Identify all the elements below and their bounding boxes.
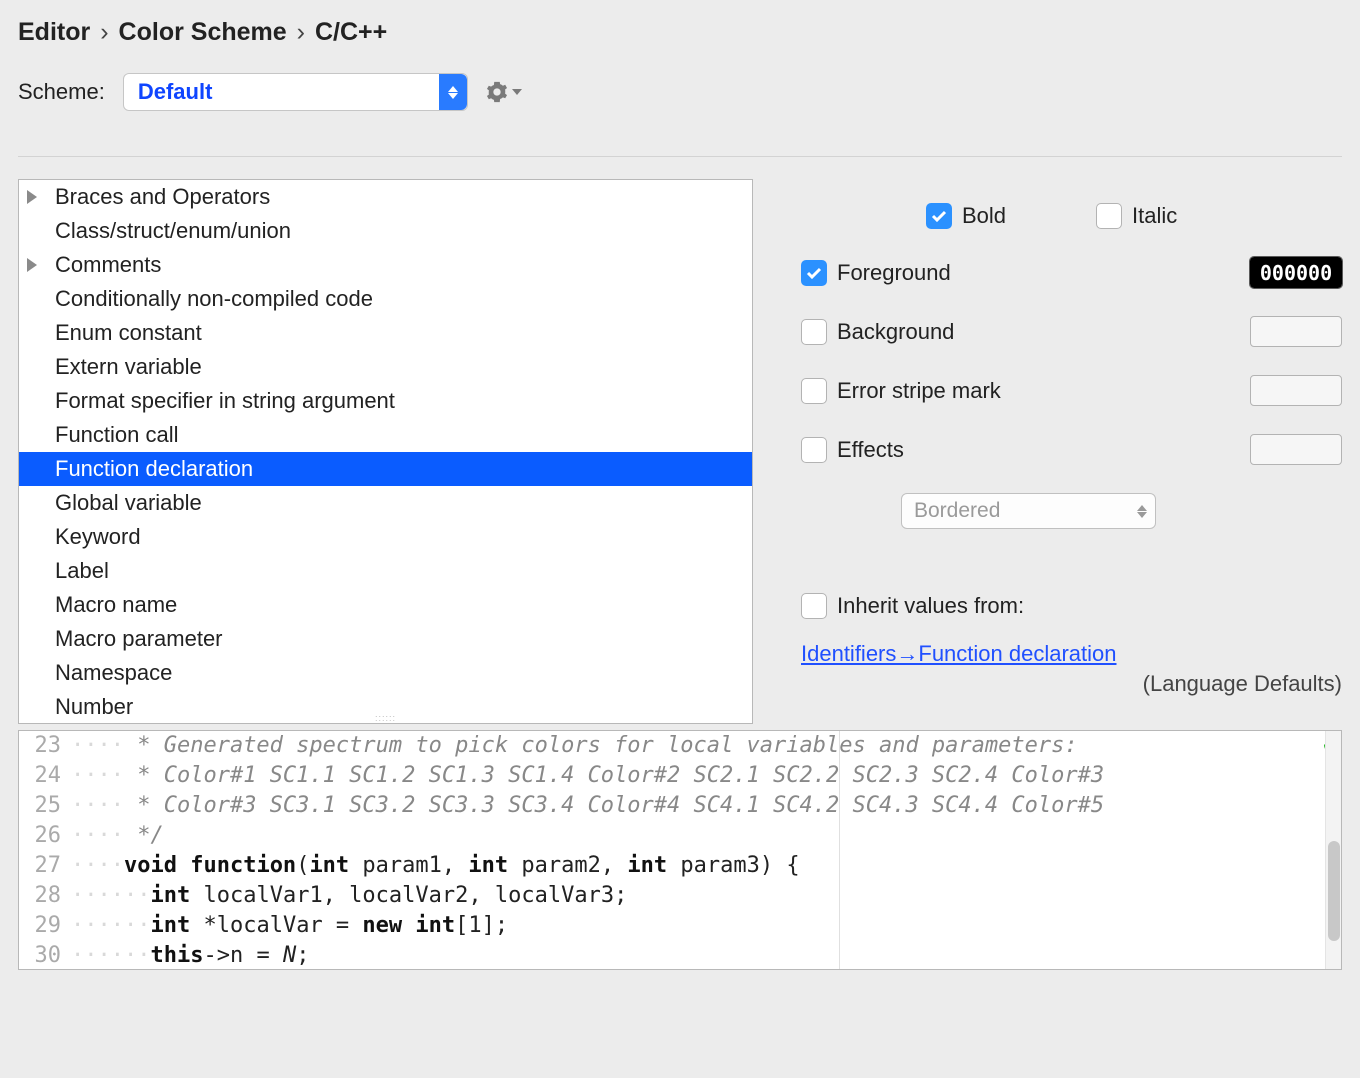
breadcrumb-part[interactable]: C/C++: [315, 18, 387, 47]
foreground-color-swatch[interactable]: 000000: [1250, 257, 1342, 288]
breadcrumb-sep: ›: [297, 18, 305, 47]
chevron-updown-icon: [439, 74, 467, 110]
tree-item[interactable]: Class/struct/enum/union: [19, 214, 752, 248]
editor-line: 30······this->n = N;: [19, 941, 1323, 970]
breadcrumb-part[interactable]: Color Scheme: [119, 18, 287, 47]
gear-icon: [486, 81, 508, 103]
scheme-selected: Default: [138, 79, 213, 105]
code-content: ···· */: [71, 821, 164, 851]
category-tree[interactable]: Braces and OperatorsClass/struct/enum/un…: [18, 179, 753, 724]
tree-item[interactable]: Comments: [19, 248, 752, 282]
tree-item[interactable]: Keyword: [19, 520, 752, 554]
inherit-link[interactable]: Identifiers→Function declaration: [801, 641, 1342, 667]
foreground-label: Foreground: [837, 260, 951, 286]
line-number: 25: [19, 791, 71, 821]
code-content: ···· * Color#3 SC3.1 SC3.2 SC3.3 SC3.4 C…: [71, 791, 1104, 821]
line-number: 24: [19, 761, 71, 791]
editor-line: 27····void function(int param1, int para…: [19, 851, 1323, 881]
properties-panel: Bold Italic Foreground 000000 Background…: [801, 179, 1342, 724]
errorstripe-label: Error stripe mark: [837, 378, 1001, 404]
tree-item[interactable]: Braces and Operators: [19, 180, 752, 214]
chevron-down-icon: [512, 89, 522, 95]
code-content: ····void function(int param1, int param2…: [71, 851, 800, 881]
italic-checkbox[interactable]: [1096, 203, 1122, 229]
divider: [18, 156, 1342, 157]
effects-checkbox[interactable]: [801, 437, 827, 463]
editor-line: 25···· * Color#3 SC3.1 SC3.2 SC3.3 SC3.4…: [19, 791, 1323, 821]
effects-type-select[interactable]: Bordered: [901, 493, 1156, 529]
resize-grip-icon[interactable]: ::::::: [375, 713, 396, 723]
inherit-label: Inherit values from:: [837, 593, 1024, 619]
line-number: 26: [19, 821, 71, 851]
tree-item[interactable]: Function declaration: [19, 452, 752, 486]
foreground-checkbox[interactable]: [801, 260, 827, 286]
line-number: 30: [19, 941, 71, 970]
tree-item[interactable]: Macro parameter: [19, 622, 752, 656]
tree-item[interactable]: Macro name: [19, 588, 752, 622]
bold-label: Bold: [962, 203, 1006, 229]
chevron-updown-icon: [1137, 494, 1147, 528]
background-label: Background: [837, 319, 954, 345]
editor-line: 23···· * Generated spectrum to pick colo…: [19, 731, 1323, 761]
scheme-label: Scheme:: [18, 79, 105, 105]
effects-type-value: Bordered: [914, 499, 1000, 523]
code-content: ······int localVar1, localVar2, localVar…: [71, 881, 627, 911]
editor-line: 26···· */: [19, 821, 1323, 851]
errorstripe-checkbox[interactable]: [801, 378, 827, 404]
code-content: ······this->n = N;: [71, 941, 309, 970]
tree-item[interactable]: Conditionally non-compiled code: [19, 282, 752, 316]
tree-item[interactable]: Extern variable: [19, 350, 752, 384]
inherit-sublabel: (Language Defaults): [801, 671, 1342, 697]
editor-scrollbar[interactable]: [1325, 731, 1341, 969]
editor-line: 29······int *localVar = new int[1];: [19, 911, 1323, 941]
tree-item[interactable]: Function call: [19, 418, 752, 452]
scheme-settings-button[interactable]: [486, 81, 522, 103]
scheme-select[interactable]: Default: [123, 73, 468, 111]
scrollbar-thumb[interactable]: [1328, 841, 1340, 941]
editor-line: 28······int localVar1, localVar2, localV…: [19, 881, 1323, 911]
line-number: 28: [19, 881, 71, 911]
line-number: 29: [19, 911, 71, 941]
errorstripe-color-swatch[interactable]: [1250, 375, 1342, 406]
breadcrumb: Editor › Color Scheme › C/C++: [18, 18, 1342, 47]
italic-label: Italic: [1132, 203, 1177, 229]
effects-color-swatch[interactable]: [1250, 434, 1342, 465]
inherit-checkbox[interactable]: [801, 593, 827, 619]
bold-checkbox[interactable]: [926, 203, 952, 229]
background-checkbox[interactable]: [801, 319, 827, 345]
tree-item[interactable]: Namespace: [19, 656, 752, 690]
effects-label: Effects: [837, 437, 904, 463]
preview-editor[interactable]: ✔︎ 23···· * Generated spectrum to pick c…: [18, 730, 1342, 970]
breadcrumb-sep: ›: [100, 18, 108, 47]
background-color-swatch[interactable]: [1250, 316, 1342, 347]
tree-item[interactable]: Enum constant: [19, 316, 752, 350]
editor-line: 24···· * Color#1 SC1.1 SC1.2 SC1.3 SC1.4…: [19, 761, 1323, 791]
code-content: ······int *localVar = new int[1];: [71, 911, 508, 941]
code-content: ···· * Generated spectrum to pick colors…: [71, 731, 1078, 761]
tree-item[interactable]: Label: [19, 554, 752, 588]
tree-item[interactable]: Global variable: [19, 486, 752, 520]
breadcrumb-part[interactable]: Editor: [18, 18, 90, 47]
line-number: 27: [19, 851, 71, 881]
line-number: 23: [19, 731, 71, 761]
code-content: ···· * Color#1 SC1.1 SC1.2 SC1.3 SC1.4 C…: [71, 761, 1104, 791]
tree-item[interactable]: Format specifier in string argument: [19, 384, 752, 418]
